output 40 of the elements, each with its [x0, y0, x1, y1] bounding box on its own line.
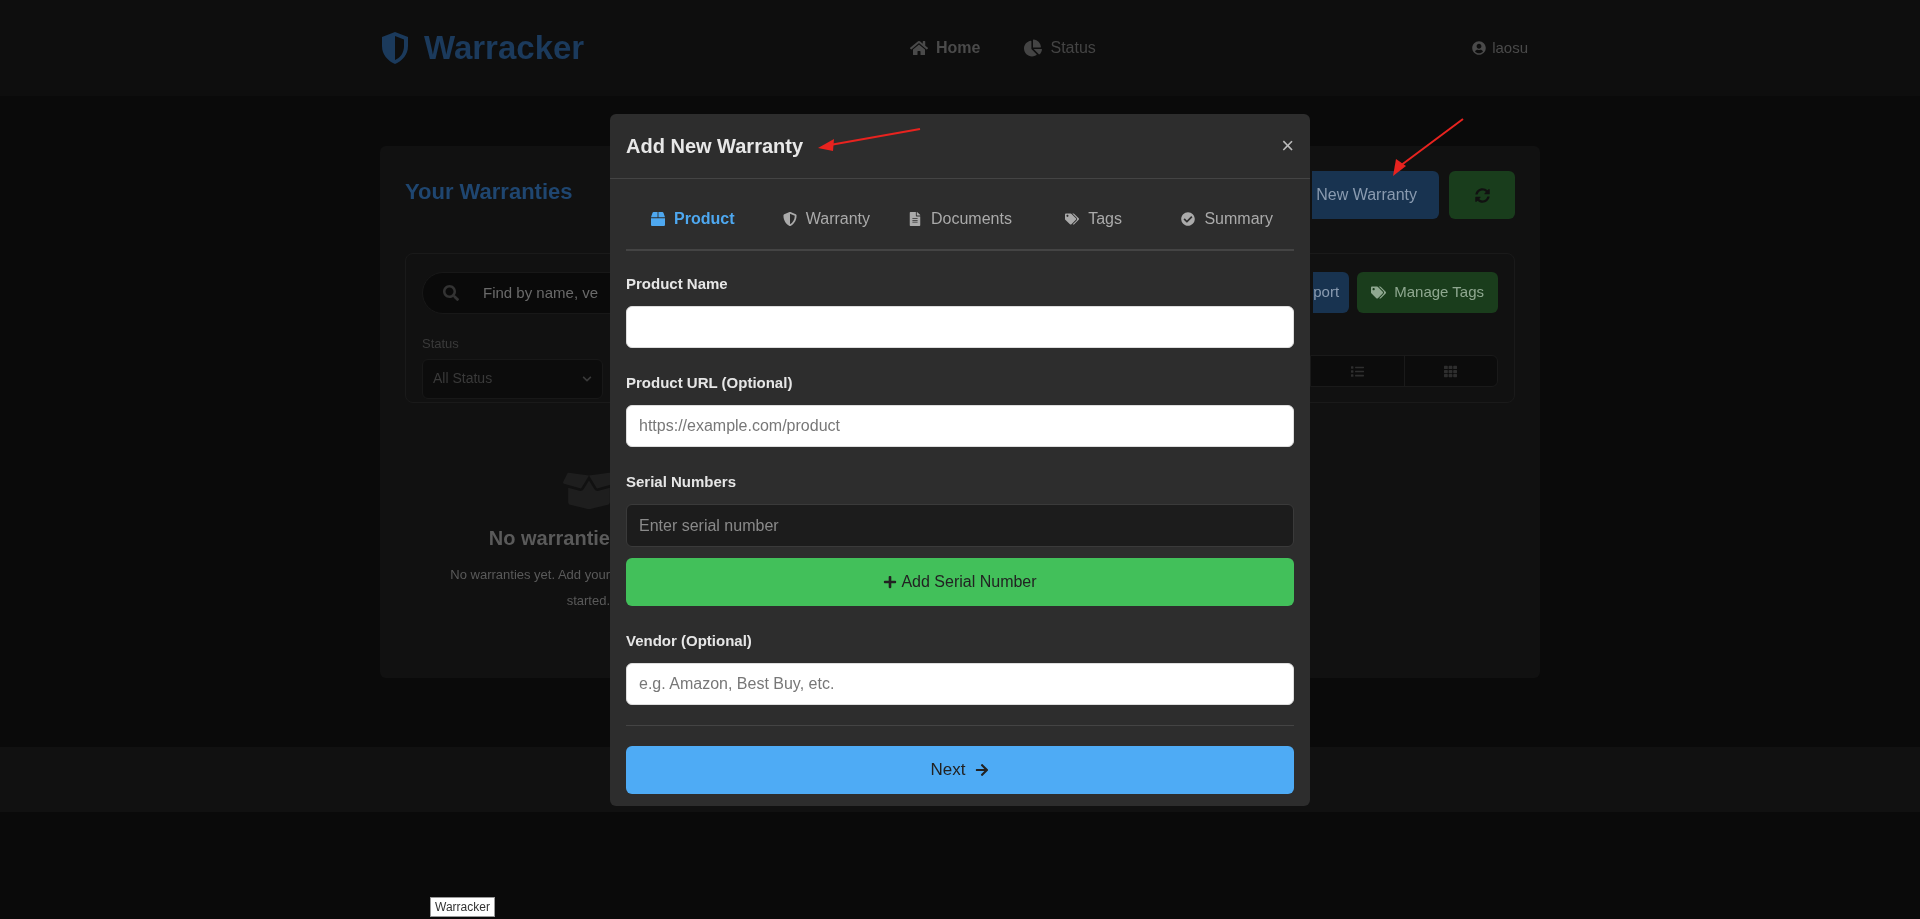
refresh-button[interactable] — [1449, 171, 1515, 219]
shield-logo-icon — [380, 31, 410, 65]
field-label: Serial Numbers — [626, 472, 738, 492]
manage-tags-button[interactable]: Manage Tags — [1357, 272, 1498, 313]
field-label: Product URL (Optional) — [626, 373, 794, 393]
dialog-title: Add New Warranty — [626, 134, 804, 159]
app-logo: Warracker — [424, 28, 585, 69]
page-title: Your Warranties — [405, 178, 573, 206]
search-icon — [443, 285, 459, 301]
box-icon — [651, 212, 666, 226]
refresh-icon — [1474, 187, 1490, 203]
field-label: Vendor (Optional) — [626, 631, 753, 651]
empty-state-title: No warrantie — [488, 526, 610, 551]
close-button[interactable]: × — [1281, 135, 1294, 157]
step-tab[interactable]: Tags — [1026, 204, 1161, 234]
document-icon — [908, 212, 922, 226]
home-icon — [910, 39, 928, 57]
user-icon — [1472, 41, 1487, 55]
list-view-icon — [1350, 364, 1364, 378]
next-button[interactable]: Next — [626, 746, 1294, 794]
export-button[interactable]: port — [1313, 272, 1350, 313]
arrow-right-icon — [975, 763, 990, 777]
input-field[interactable]: Enter serial number — [626, 504, 1294, 547]
plus-icon — [883, 575, 898, 589]
empty-state-text: No warranties yet. Add your — [450, 566, 610, 584]
chevron-down-icon — [582, 373, 592, 384]
step-tab[interactable]: Warranty — [759, 204, 894, 234]
add-serial-button[interactable]: Add Serial Number — [626, 558, 1294, 606]
new-warranty-button[interactable]: New Warranty — [1312, 171, 1439, 219]
pie-chart-icon — [1024, 39, 1043, 57]
tooltip: Warracker — [430, 897, 495, 917]
annotation-arrow — [1393, 118, 1464, 176]
step-tab[interactable]: Documents — [893, 204, 1027, 234]
tags-icon — [1371, 285, 1387, 300]
step-tab[interactable]: Product — [626, 204, 760, 234]
step-tab[interactable]: Summary — [1160, 204, 1294, 234]
shield-icon — [782, 212, 797, 226]
tags-icon — [1065, 212, 1080, 226]
grid-view-icon — [1444, 364, 1458, 378]
empty-state-text: started. — [566, 591, 610, 610]
